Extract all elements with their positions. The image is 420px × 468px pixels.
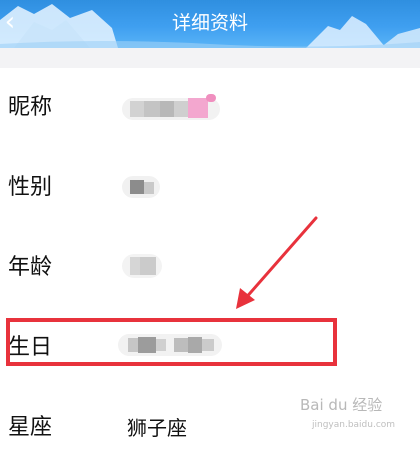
age-label: 年龄 [8, 255, 53, 280]
zodiac-label: 星座 [8, 415, 53, 440]
nickname-label: 昵称 [8, 95, 53, 120]
gender-label: 性别 [8, 175, 53, 200]
zodiac-value: 狮子座 [127, 416, 187, 440]
age-value-blurred [122, 254, 162, 278]
watermark-url: jingyan.baidu.com [312, 420, 396, 430]
row-age: 年龄 [0, 228, 420, 309]
highlight-box [6, 318, 337, 366]
row-gender: 性别 [0, 148, 420, 229]
nickname-value-blurred [122, 94, 220, 120]
gender-value-blurred [122, 176, 160, 198]
watermark-logo: Bai du 经验 [300, 396, 383, 414]
header-bar: ‹ 详细资料 [0, 0, 420, 48]
section-gap [0, 48, 420, 68]
row-nickname: 昵称 [0, 68, 420, 149]
page-title: 详细资料 [171, 12, 248, 34]
